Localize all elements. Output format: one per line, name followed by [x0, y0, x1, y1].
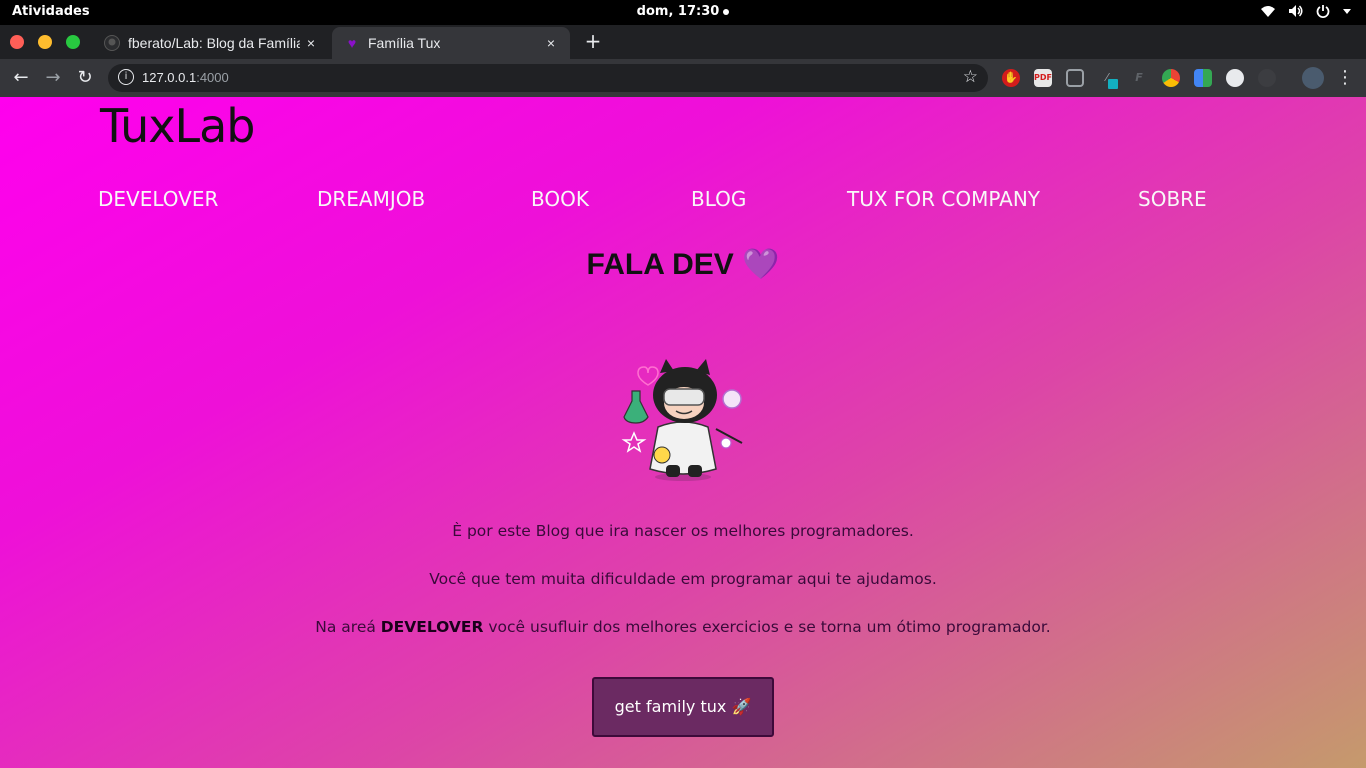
- nav-item-develover[interactable]: DEVELOVER: [98, 187, 218, 211]
- adblock-icon[interactable]: ✋: [1002, 69, 1020, 87]
- power-icon: [1316, 5, 1330, 18]
- nav-item-blog[interactable]: BLOG: [691, 187, 746, 211]
- system-tray[interactable]: [1260, 4, 1352, 18]
- purple-heart-icon: ♥: [347, 35, 357, 51]
- url-text[interactable]: 127.0.0.1:4000: [142, 70, 229, 85]
- bookmark-star-icon[interactable]: ☆: [963, 67, 978, 87]
- font-icon[interactable]: F: [1130, 69, 1148, 87]
- tab-familia-tux[interactable]: ♥ Família Tux ×: [332, 27, 570, 59]
- profile-avatar[interactable]: [1302, 67, 1324, 89]
- new-tab-button[interactable]: +: [582, 31, 604, 53]
- site-logo[interactable]: TuxLab: [100, 99, 256, 153]
- octocat-scientist-illustration: [621, 359, 743, 481]
- tab-close-icon[interactable]: ×: [302, 34, 320, 52]
- nav-item-dreamjob[interactable]: DREAMJOB: [317, 187, 425, 211]
- back-icon[interactable]: ←: [10, 67, 32, 89]
- pdf-icon[interactable]: PDF: [1034, 69, 1052, 87]
- github-dark-icon[interactable]: [1258, 69, 1276, 87]
- nav-item-tux-for-company[interactable]: TUX FOR COMPANY: [847, 187, 1040, 211]
- color-swatch-icon: [1108, 79, 1118, 89]
- paragraph-text: você usufluir dos melhores exercicios e …: [483, 618, 1051, 636]
- paragraph-text: Na areá: [315, 618, 381, 636]
- web-page: TuxLab DEVELOVER DREAMJOB BOOK BLOG TUX …: [0, 97, 1366, 768]
- intro-paragraph-3: Na areá DEVELOVER você usufluir dos melh…: [0, 618, 1366, 636]
- clock-label: dom, 17:30: [636, 4, 720, 19]
- tab-strip: fberato/Lab: Blog da Família × ♥ Família…: [0, 25, 1366, 59]
- tab-title: fberato/Lab: Blog da Família: [128, 35, 300, 51]
- window-maximize-button[interactable]: [66, 35, 80, 49]
- get-family-tux-button[interactable]: get family tux 🚀: [592, 677, 774, 737]
- volume-icon: [1289, 5, 1303, 17]
- tab-github[interactable]: fberato/Lab: Blog da Família ×: [92, 27, 330, 59]
- tab-close-icon[interactable]: ×: [542, 34, 560, 52]
- nav-item-book[interactable]: BOOK: [531, 187, 589, 211]
- chrome-icon[interactable]: [1162, 69, 1180, 87]
- headline-text: FALA DEV: [586, 248, 734, 281]
- browser-toolbar: ← → ↻ i 127.0.0.1:4000 ☆ ✋ PDF ⁄ F ⋮: [0, 59, 1366, 97]
- intro-paragraph-2: Você que tem muita dificuldade em progra…: [429, 570, 937, 588]
- github-icon: [104, 35, 120, 51]
- menu-icon[interactable]: ⋮: [1334, 67, 1356, 89]
- pocket-icon[interactable]: [1066, 69, 1084, 87]
- wifi-icon: [1261, 6, 1275, 17]
- window-minimize-button[interactable]: [38, 35, 52, 49]
- purple-heart-icon: 💜: [742, 248, 780, 281]
- system-top-bar: Atividades dom, 17:30: [0, 0, 1366, 25]
- clock[interactable]: dom, 17:30: [0, 4, 1366, 19]
- address-bar[interactable]: i 127.0.0.1:4000 ☆: [108, 64, 988, 92]
- nav-item-sobre[interactable]: SOBRE: [1138, 187, 1207, 211]
- notification-dot-icon: [723, 8, 730, 15]
- github-icon[interactable]: [1226, 69, 1244, 87]
- chevron-down-icon: [1343, 9, 1351, 14]
- calendar-icon[interactable]: [1194, 69, 1212, 87]
- forward-icon[interactable]: →: [42, 67, 64, 89]
- url-port: :4000: [196, 70, 229, 85]
- reload-icon[interactable]: ↻: [74, 67, 96, 89]
- intro-paragraph-1: È por este Blog que ira nascer os melhor…: [452, 522, 914, 540]
- develover-highlight: DEVELOVER: [380, 618, 484, 636]
- window-close-button[interactable]: [10, 35, 24, 49]
- tab-title: Família Tux: [368, 35, 441, 51]
- url-host: 127.0.0.1: [142, 70, 197, 85]
- site-info-icon[interactable]: i: [118, 69, 134, 85]
- page-headline: FALA DEV 💜: [0, 247, 1366, 282]
